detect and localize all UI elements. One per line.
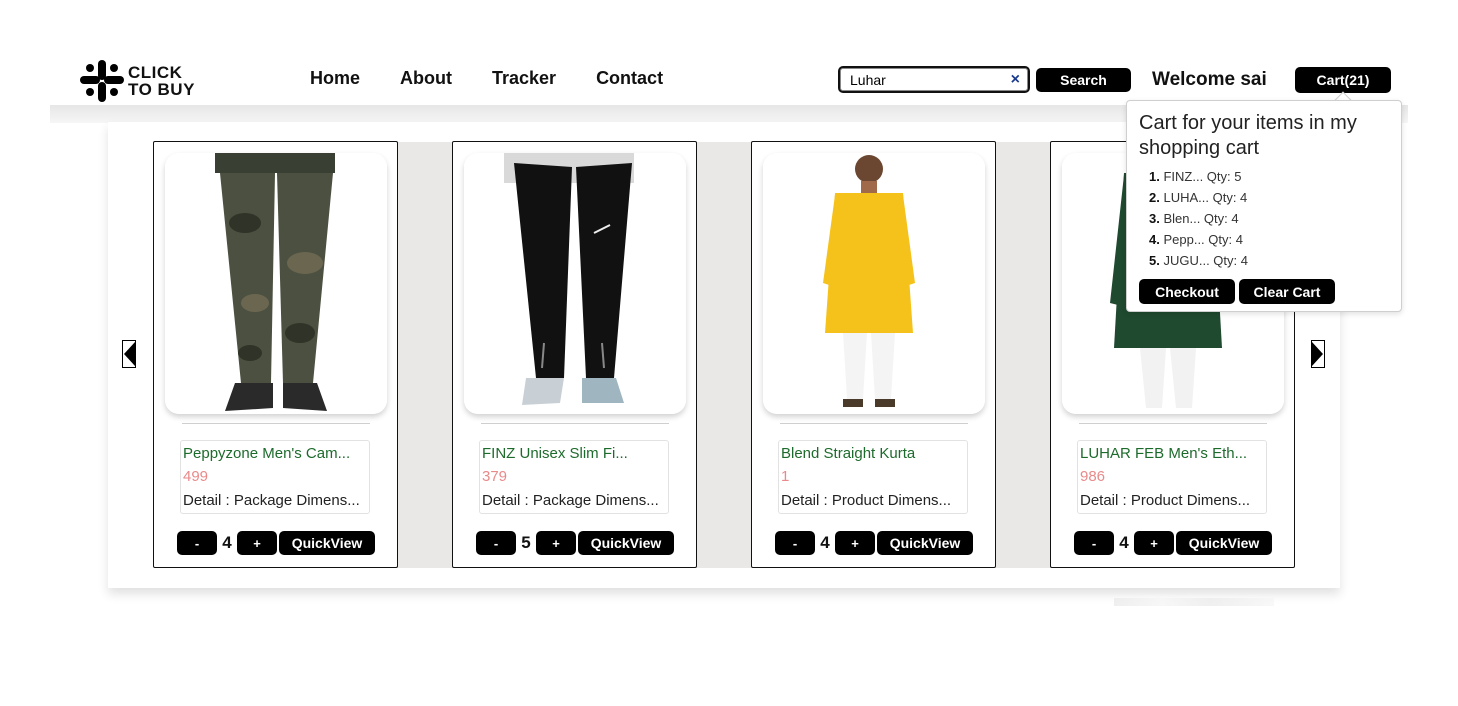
checkout-button[interactable]: Checkout: [1139, 279, 1235, 304]
quantity-value: 5: [521, 533, 531, 552]
cart-popover-actions: Checkout Clear Cart: [1139, 279, 1335, 304]
cart-item-list: 1. FINZ... Qty: 5 2. LUHA... Qty: 4 3. B…: [1149, 166, 1248, 271]
brand-line-1: CLICK: [128, 63, 183, 82]
product-info: LUHAR FEB Men's Eth... 986 Detail : Prod…: [1077, 440, 1267, 514]
card-divider: [780, 423, 968, 424]
clear-cart-button[interactable]: Clear Cart: [1239, 279, 1335, 304]
product-name[interactable]: LUHAR FEB Men's Eth...: [1080, 442, 1264, 465]
nav-about[interactable]: About: [400, 68, 452, 89]
product-name[interactable]: FINZ Unisex Slim Fi...: [482, 442, 666, 465]
cart-item-number: 2.: [1149, 190, 1160, 205]
product-info: Blend Straight Kurta 1 Detail : Product …: [778, 440, 968, 514]
increase-qty-button[interactable]: +: [1134, 531, 1174, 555]
card-divider: [481, 423, 669, 424]
product-card: Peppyzone Men's Cam... 499 Detail : Pack…: [153, 141, 398, 568]
cart-item-number: 3.: [1149, 211, 1160, 226]
product-detail: Detail : Product Dimens...: [781, 492, 952, 509]
carousel-prev-icon[interactable]: [122, 340, 136, 368]
product-price: 379: [482, 468, 508, 485]
quantity-value: 4: [820, 533, 830, 552]
product-name[interactable]: Peppyzone Men's Cam...: [183, 442, 367, 465]
cart-item-text: FINZ... Qty: 5: [1163, 169, 1242, 184]
page: CLICK TO BUY Home About Tracker Contact …: [0, 0, 1458, 706]
cart-item: 2. LUHA... Qty: 4: [1149, 187, 1248, 208]
cart-item-text: Pepp... Qty: 4: [1163, 232, 1243, 247]
cart-item-number: 1.: [1149, 169, 1160, 184]
carousel-next-icon[interactable]: [1311, 340, 1325, 368]
welcome-text: Welcome sai: [1152, 69, 1267, 90]
quickview-button[interactable]: QuickView: [1176, 531, 1272, 555]
search-button[interactable]: Search: [1036, 68, 1131, 92]
product-detail: Detail : Package Dimens...: [482, 492, 659, 509]
product-image[interactable]: [464, 153, 686, 414]
decrease-qty-button[interactable]: -: [476, 531, 516, 555]
product-price: 986: [1080, 468, 1106, 485]
nav-tracker[interactable]: Tracker: [492, 68, 556, 89]
card-divider: [182, 423, 370, 424]
cart-item: 4. Pepp... Qty: 4: [1149, 229, 1248, 250]
main-nav: Home About Tracker Contact: [310, 68, 663, 89]
quickview-button[interactable]: QuickView: [578, 531, 674, 555]
search-field: ×: [838, 66, 1030, 93]
product-name[interactable]: Blend Straight Kurta: [781, 442, 965, 465]
cart-item-number: 4.: [1149, 232, 1160, 247]
increase-qty-button[interactable]: +: [835, 531, 875, 555]
cart-item: 1. FINZ... Qty: 5: [1149, 166, 1248, 187]
nav-home[interactable]: Home: [310, 68, 360, 89]
product-card: Blend Straight Kurta 1 Detail : Product …: [751, 141, 996, 568]
cart-item: 5. JUGU... Qty: 4: [1149, 250, 1248, 271]
clear-search-icon[interactable]: ×: [1011, 71, 1020, 89]
quantity-controls: - 4 + QuickView: [775, 531, 973, 555]
cart-item-text: LUHA... Qty: 4: [1163, 190, 1248, 205]
increase-qty-button[interactable]: +: [237, 531, 277, 555]
decrease-qty-button[interactable]: -: [177, 531, 217, 555]
product-detail: Detail : Package Dimens...: [183, 492, 360, 509]
quickview-button[interactable]: QuickView: [279, 531, 375, 555]
quantity-controls: - 4 + QuickView: [1074, 531, 1272, 555]
cart-item: 3. Blen... Qty: 4: [1149, 208, 1248, 229]
brand-logo[interactable]: CLICK TO BUY: [78, 58, 208, 104]
quantity-controls: - 4 + QuickView: [177, 531, 375, 555]
brand-line-2: TO BUY: [128, 80, 195, 99]
product-detail: Detail : Product Dimens...: [1080, 492, 1251, 509]
quickview-button[interactable]: QuickView: [877, 531, 973, 555]
product-card: FINZ Unisex Slim Fi... 379 Detail : Pack…: [452, 141, 697, 568]
nav-contact[interactable]: Contact: [596, 68, 663, 89]
decrease-qty-button[interactable]: -: [1074, 531, 1114, 555]
logo-icon: [78, 58, 126, 104]
product-info: FINZ Unisex Slim Fi... 379 Detail : Pack…: [479, 440, 669, 514]
quantity-controls: - 5 + QuickView: [476, 531, 674, 555]
decrease-qty-button[interactable]: -: [775, 531, 815, 555]
card-divider: [1079, 423, 1267, 424]
product-image[interactable]: [165, 153, 387, 414]
cart-item-number: 5.: [1149, 253, 1160, 268]
faded-footer-residue: [1114, 598, 1274, 606]
product-image[interactable]: [763, 153, 985, 414]
cart-button[interactable]: Cart(21): [1295, 67, 1391, 93]
cart-popover-title: Cart for your items in my shopping cart: [1139, 112, 1357, 159]
increase-qty-button[interactable]: +: [536, 531, 576, 555]
quantity-value: 4: [222, 533, 232, 552]
product-info: Peppyzone Men's Cam... 499 Detail : Pack…: [180, 440, 370, 514]
product-price: 1: [781, 468, 790, 485]
product-price: 499: [183, 468, 209, 485]
quantity-value: 4: [1119, 533, 1129, 552]
cart-item-text: Blen... Qty: 4: [1163, 211, 1239, 226]
brand-name: CLICK TO BUY: [128, 64, 195, 98]
cart-item-text: JUGU... Qty: 4: [1163, 253, 1248, 268]
cart-popover: Cart for your items in my shopping cart …: [1126, 100, 1402, 312]
search-input[interactable]: [850, 71, 1000, 88]
